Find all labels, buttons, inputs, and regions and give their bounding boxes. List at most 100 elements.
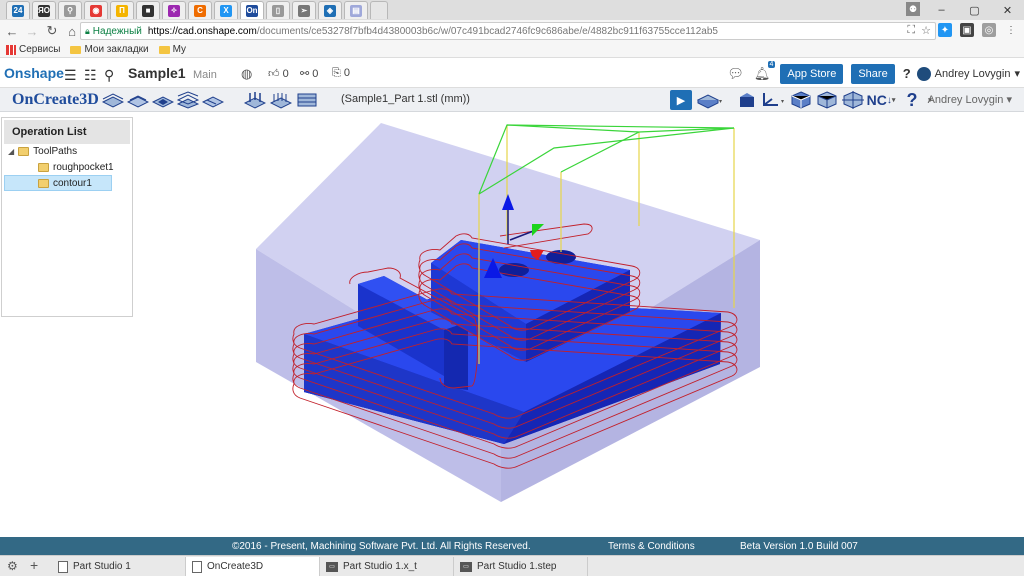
browser-tab[interactable]: ■ (136, 1, 160, 19)
home-icon[interactable]: ⌂ (64, 23, 80, 39)
maximize-icon[interactable]: ▢ (958, 0, 991, 20)
link-count[interactable]: ⚯ 0 (300, 67, 318, 80)
favicon-icon: ➢ (298, 4, 310, 17)
expand-triangle-icon[interactable]: ◢ (8, 147, 14, 156)
browser-tab[interactable]: ✧ (162, 1, 186, 19)
tab-label: Part Studio 1.step (477, 561, 557, 572)
versions-icon[interactable]: ⚲ (104, 67, 114, 84)
copy-value: 0 (343, 67, 350, 79)
favicon-icon: ▤ (350, 4, 362, 17)
oncreate-user-menu[interactable]: Andrey Lovygin ▾ (928, 93, 1012, 106)
view-iso-icon[interactable] (816, 91, 838, 109)
operation-list-panel: Operation List ◢ ToolPaths roughpocket1 … (1, 117, 133, 317)
browser-tab[interactable]: ▤ (344, 1, 368, 19)
browser-tab[interactable]: X (214, 1, 238, 19)
contour-icon[interactable] (177, 91, 199, 109)
extension-icon[interactable]: ◎ (982, 23, 996, 37)
loaded-file-label: (Sample1_Part 1.stl (mm)) (341, 93, 470, 105)
menu-kebab-icon[interactable]: ⋮ (1004, 23, 1018, 37)
url-host: https://cad.onshape.com (147, 25, 257, 37)
notifications-icon[interactable]: 🔔︎ 4 (754, 60, 776, 82)
globe-icon[interactable]: ◍ (241, 66, 252, 82)
browser-tab[interactable]: П (110, 1, 134, 19)
tab-oncreate3d[interactable]: OnCreate3D (186, 557, 320, 576)
close-icon[interactable]: ✕ (991, 0, 1024, 20)
translate-icon[interactable]: ⛶ (907, 24, 915, 37)
back-arrow-icon[interactable]: ← (4, 23, 20, 39)
forward-arrow-icon[interactable]: → (24, 23, 40, 39)
new-tab-button[interactable] (370, 1, 388, 19)
tab-part-studio-xt[interactable]: ▭ Part Studio 1.x_t (320, 557, 454, 576)
app-store-button[interactable]: App Store (780, 63, 844, 84)
help-icon[interactable]: ? (903, 66, 911, 81)
chat-icon[interactable]: 💬︎ (727, 66, 744, 82)
nc-output-button[interactable]: NC ↓ ▾ (866, 91, 896, 109)
extension-icon[interactable]: ✦ (938, 23, 952, 37)
facing-icon[interactable] (127, 91, 149, 109)
tab-part-studio-1[interactable]: Part Studio 1 (52, 557, 186, 576)
share-button[interactable]: Share (851, 63, 895, 84)
tree-node-label: contour1 (53, 177, 92, 189)
view-cube-icon[interactable] (790, 91, 812, 109)
terms-link[interactable]: Terms & Conditions (608, 541, 695, 552)
tree-node-contour1[interactable]: contour1 (4, 175, 112, 191)
browser-tab[interactable]: ⚲ (58, 1, 82, 19)
like-count[interactable]: 👍︎ 0 (268, 67, 289, 80)
app-footer: ©2016 - Present, Machining Software Pvt.… (0, 537, 1024, 555)
oncreate-logo: OnCreate3D (12, 91, 99, 108)
user-name: Andrey Lovygin (934, 67, 1011, 80)
waterline-icon[interactable] (296, 91, 318, 109)
stock-view-icon[interactable]: ▾ (696, 91, 724, 109)
caret-down-icon: ▾ (891, 97, 896, 104)
tree-node-roughpocket1[interactable]: roughpocket1 (38, 159, 114, 175)
machining-scene[interactable] (134, 112, 1024, 536)
minimize-icon[interactable]: – (925, 0, 958, 20)
onshape-logo[interactable]: Onshape (4, 65, 64, 81)
bookmark-my-bookmarks[interactable]: Мои закладки (70, 44, 149, 55)
browser-tab[interactable]: On (240, 1, 264, 19)
stock-setup-icon[interactable] (102, 91, 124, 109)
tab-part-studio-step[interactable]: ▭ Part Studio 1.step (454, 557, 588, 576)
folder-icon (158, 45, 170, 54)
hamburger-menu-icon[interactable]: ☰ (64, 67, 77, 84)
browser-tab[interactable]: C (188, 1, 212, 19)
browser-tab[interactable]: ◉ (84, 1, 108, 19)
simulate-play-button[interactable]: ▶ (670, 90, 692, 110)
user-menu[interactable]: Andrey Lovygin ▾ (916, 66, 1020, 81)
folder-icon (38, 178, 49, 188)
url-input[interactable]: 🔒︎ Надежный https://cad.onshape.com/docu… (80, 22, 936, 40)
copy-count[interactable]: ⎘ 0 (332, 67, 350, 80)
tab-label: OnCreate3D (207, 561, 264, 572)
document-list-icon[interactable]: ☷ (84, 67, 97, 84)
pocket-icon[interactable] (152, 91, 174, 109)
tab-manager-icon[interactable]: ⚙ (7, 559, 18, 573)
onshape-header: Onshape ☰ ☷ ⚲ Sample1 Main ◍ 👍︎ 0 ⚯ 0 ⎘ … (0, 59, 1024, 88)
browser-tab[interactable]: ➢ (292, 1, 316, 19)
tool-library-icon[interactable] (736, 91, 758, 109)
add-tab-icon[interactable]: + (30, 557, 38, 573)
coordinate-system-icon[interactable]: ▾ (760, 91, 788, 109)
drill-icon[interactable] (244, 91, 266, 109)
3d-viewport[interactable] (134, 112, 1024, 536)
browser-tab[interactable]: ◈ (318, 1, 342, 19)
profile-icon[interactable]: ⚉ (906, 2, 920, 16)
star-icon[interactable]: ☆ (921, 24, 931, 37)
bookmark-my[interactable]: My (158, 44, 186, 55)
bookmark-label: Мои закладки (84, 44, 149, 55)
extension-icon[interactable]: ▣ (960, 23, 974, 37)
favicon-icon: ▯ (272, 4, 284, 17)
document-title[interactable]: Sample1 (128, 65, 186, 81)
bookmark-services[interactable]: Сервисы (6, 44, 60, 55)
browser-tab[interactable]: 24 (6, 1, 30, 19)
stl-file-icon: ▭ (460, 561, 472, 572)
oncreate-toolbar: OnCreate3D (Sample1_Part 1.stl (mm)) ▶ ▾… (0, 88, 1024, 112)
reload-icon[interactable]: ↻ (44, 23, 60, 39)
profile-icon[interactable] (202, 91, 224, 109)
browser-tab[interactable]: ЯО (32, 1, 56, 19)
view-axes-icon[interactable] (842, 91, 864, 109)
parallel-finish-icon[interactable] (270, 91, 292, 109)
document-icon (192, 560, 202, 573)
help-question-icon[interactable]: ? (902, 90, 922, 110)
browser-tab[interactable]: ▯ (266, 1, 290, 19)
tree-node-toolpaths[interactable]: ◢ ToolPaths (8, 143, 77, 159)
